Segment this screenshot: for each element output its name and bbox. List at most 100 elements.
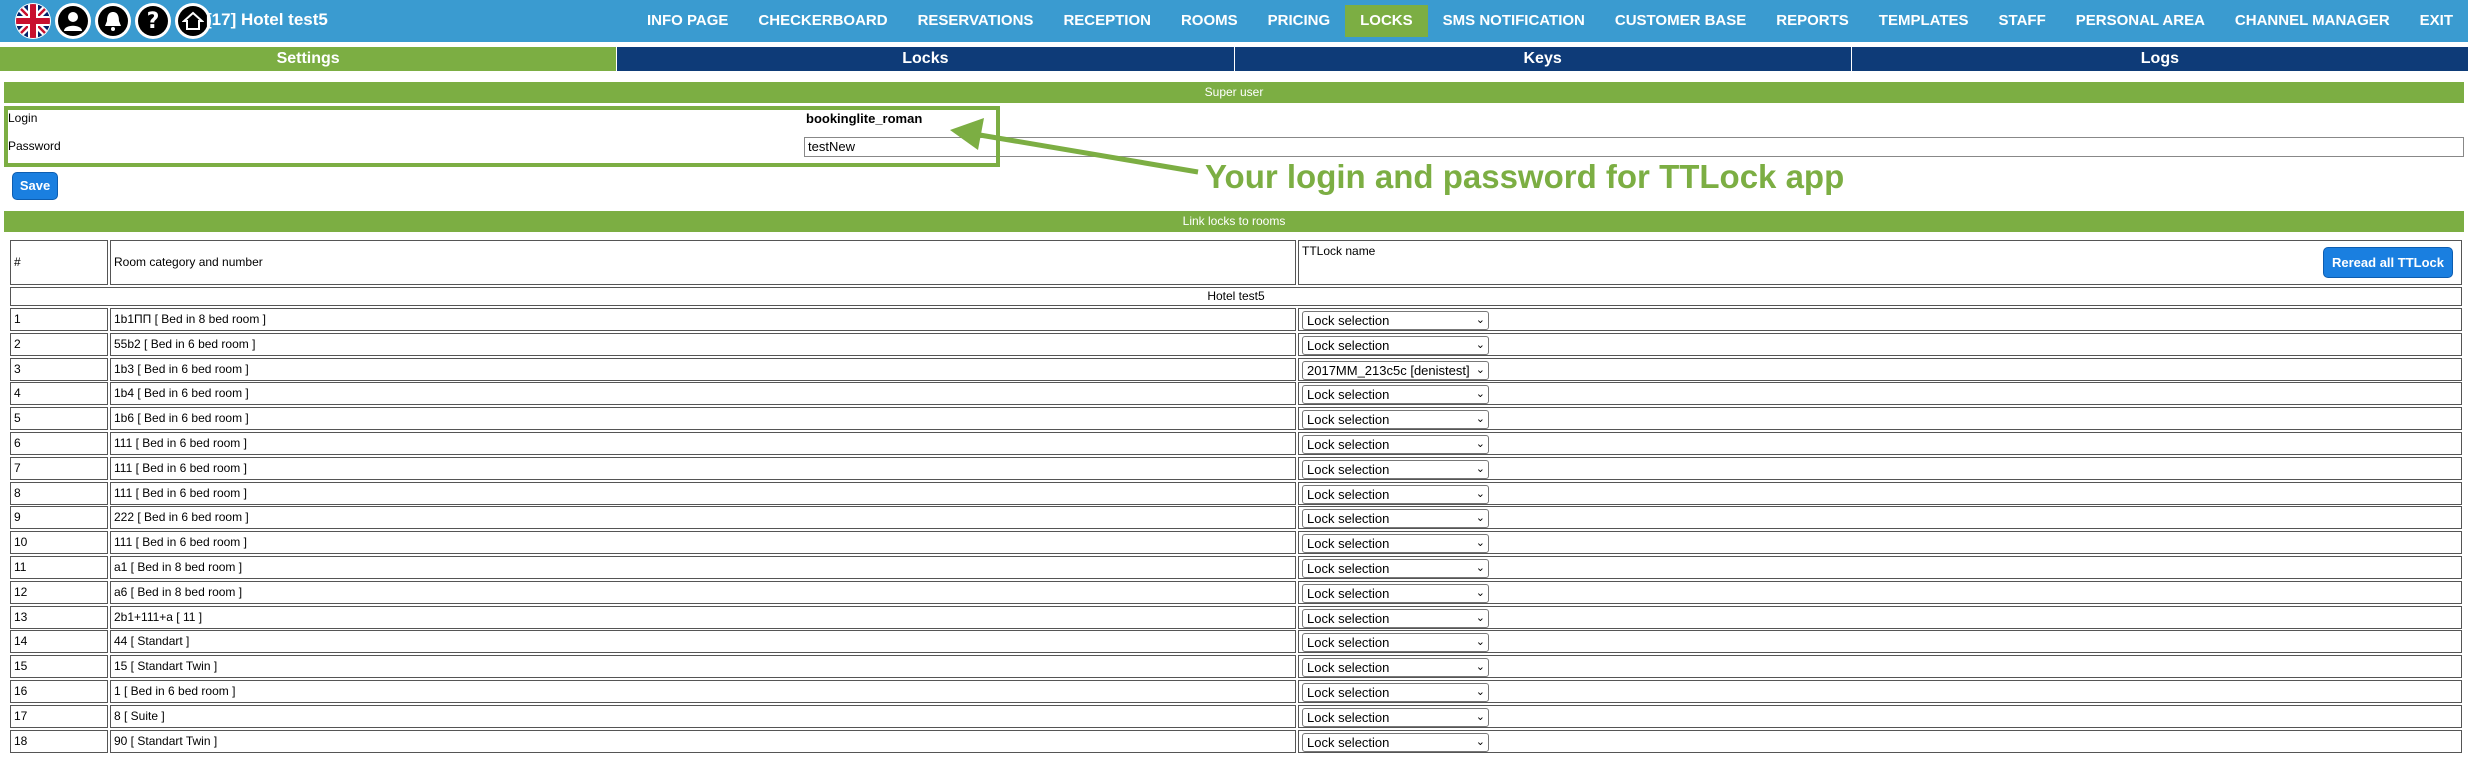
lock-select-value: Lock selection bbox=[1307, 313, 1390, 328]
chevron-down-icon: ⌄ bbox=[1475, 438, 1485, 450]
table-row: 11 a1 [ Bed in 8 bed room ] Lock selection… bbox=[10, 556, 2462, 579]
lock-cell: Lock selection ⌄ bbox=[1298, 456, 2462, 480]
chevron-down-icon: ⌄ bbox=[1475, 487, 1485, 500]
lock-select-dropdown[interactable]: Lock selection ⌄ bbox=[1302, 435, 1489, 454]
section-tabs: Settings Locks Keys Logs bbox=[0, 47, 2468, 71]
table-row: 18 90 [ Standart Twin ] Lock selection ⌄ bbox=[10, 729, 2462, 753]
lock-select-dropdown[interactable]: Lock selection ⌄ bbox=[1302, 534, 1489, 554]
flag-uk-icon[interactable] bbox=[15, 3, 51, 39]
menu-item-reservations[interactable]: RESERVATIONS bbox=[903, 5, 1049, 37]
lock-select-dropdown[interactable]: Lock selection ⌄ bbox=[1302, 707, 1489, 727]
lock-select-dropdown[interactable]: 2017MM_213c5c [denistest] ⌄ bbox=[1302, 360, 1489, 380]
room-name: 1b6 [ Bed in 6 bed room ] bbox=[110, 407, 1296, 431]
lock-cell: Lock selection ⌄ bbox=[1298, 580, 2462, 604]
chevron-down-icon: ⌄ bbox=[1475, 314, 1485, 326]
table-row: 17 8 [ Suite ] Lock selection ⌄ bbox=[10, 704, 2462, 728]
menu-item-sms-notification[interactable]: SMS NOTIFICATION bbox=[1428, 5, 1600, 37]
lock-select-dropdown[interactable]: Lock selection ⌄ bbox=[1302, 335, 1489, 355]
room-name: a1 [ Bed in 8 bed room ] bbox=[110, 556, 1296, 579]
row-number: 10 bbox=[10, 531, 108, 555]
lock-cell: Lock selection ⌄ bbox=[1298, 481, 2462, 505]
lock-select-dropdown[interactable]: Lock selection ⌄ bbox=[1302, 559, 1489, 578]
room-name: 44 [ Standart ] bbox=[110, 630, 1296, 654]
lock-select-dropdown[interactable]: Lock selection ⌄ bbox=[1302, 459, 1489, 479]
room-name: 1b3 [ Bed in 6 bed room ] bbox=[110, 357, 1296, 381]
lock-select-dropdown[interactable]: Lock selection ⌄ bbox=[1302, 484, 1489, 504]
menu-item-rooms[interactable]: ROOMS bbox=[1166, 5, 1253, 37]
lock-cell: Lock selection ⌄ bbox=[1298, 407, 2462, 431]
user-icon[interactable] bbox=[55, 3, 91, 39]
room-name: 1b4 [ Bed in 6 bed room ] bbox=[110, 382, 1296, 406]
tab-keys[interactable]: Keys bbox=[1233, 47, 1851, 71]
menu-item-personal-area[interactable]: PERSONAL AREA bbox=[2061, 5, 2220, 37]
lock-select-dropdown[interactable]: Lock selection ⌄ bbox=[1302, 509, 1489, 529]
hotel-group-row: Hotel test5 bbox=[10, 287, 2462, 306]
lock-select-value: Lock selection bbox=[1307, 660, 1390, 676]
room-name: 15 [ Standart Twin ] bbox=[110, 655, 1296, 679]
lock-cell: Lock selection ⌄ bbox=[1298, 655, 2462, 679]
lock-cell: Lock selection ⌄ bbox=[1298, 506, 2462, 530]
row-number: 2 bbox=[10, 332, 108, 356]
save-button[interactable]: Save bbox=[12, 172, 58, 200]
highlight-box bbox=[4, 106, 1000, 167]
lock-select-dropdown[interactable]: Lock selection ⌄ bbox=[1302, 385, 1489, 405]
bell-icon[interactable] bbox=[95, 3, 131, 39]
lock-select-dropdown[interactable]: Lock selection ⌄ bbox=[1302, 608, 1489, 628]
menu-item-pricing[interactable]: PRICING bbox=[1253, 5, 1346, 37]
lock-select-value: Lock selection bbox=[1307, 709, 1390, 725]
menu-item-reception[interactable]: RECEPTION bbox=[1048, 5, 1166, 37]
lock-select-dropdown[interactable]: Lock selection ⌄ bbox=[1302, 583, 1489, 603]
lock-select-value: Lock selection bbox=[1307, 610, 1390, 626]
menu-item-locks[interactable]: LOCKS bbox=[1345, 5, 1428, 37]
room-name: 222 [ Bed in 6 bed room ] bbox=[110, 506, 1296, 530]
chevron-down-icon: ⌄ bbox=[1475, 686, 1485, 698]
table-row: 6 111 [ Bed in 6 bed room ] Lock selection… bbox=[10, 432, 2462, 455]
menu-item-info-page[interactable]: INFO PAGE bbox=[632, 5, 743, 37]
lock-cell: 2017MM_213c5c [denistest] ⌄ bbox=[1298, 357, 2462, 381]
tab-locks[interactable]: Locks bbox=[616, 47, 1234, 71]
room-name: a6 [ Bed in 8 bed room ] bbox=[110, 580, 1296, 604]
lock-select-dropdown[interactable]: Lock selection ⌄ bbox=[1302, 658, 1489, 678]
lock-cell: Lock selection ⌄ bbox=[1298, 382, 2462, 406]
lock-select-dropdown[interactable]: Lock selection ⌄ bbox=[1302, 410, 1489, 430]
lock-select-dropdown[interactable]: Lock selection ⌄ bbox=[1302, 683, 1489, 702]
menu-item-customer-base[interactable]: CUSTOMER BASE bbox=[1600, 5, 1761, 37]
row-number: 13 bbox=[10, 605, 108, 629]
lock-select-dropdown[interactable]: Lock selection ⌄ bbox=[1302, 311, 1489, 330]
col-number-header: # bbox=[10, 240, 108, 285]
menu-item-reports[interactable]: REPORTS bbox=[1761, 5, 1864, 37]
lock-select-value: Lock selection bbox=[1307, 412, 1390, 428]
room-name: 111 [ Bed in 6 bed room ] bbox=[110, 432, 1296, 455]
lock-select-dropdown[interactable]: Lock selection ⌄ bbox=[1302, 732, 1489, 752]
table-row: 5 1b6 [ Bed in 6 bed room ] Lock selection… bbox=[10, 407, 2462, 431]
menu-item-exit[interactable]: EXIT bbox=[2405, 5, 2468, 37]
lock-select-value: Lock selection bbox=[1307, 511, 1390, 527]
help-icon[interactable]: ? bbox=[135, 3, 171, 39]
top-icons: ? bbox=[15, 3, 211, 39]
menu-item-checkerboard[interactable]: CHECKERBOARD bbox=[743, 5, 902, 37]
lock-select-dropdown[interactable]: Lock selection ⌄ bbox=[1302, 633, 1489, 653]
table-row: 7 111 [ Bed in 6 bed room ] Lock selection… bbox=[10, 456, 2462, 480]
password-input[interactable]: testNew bbox=[804, 137, 2464, 157]
menu-item-staff[interactable]: STAFF bbox=[1984, 5, 2061, 37]
chevron-down-icon: ⌄ bbox=[1475, 363, 1485, 376]
chevron-down-icon: ⌄ bbox=[1475, 562, 1485, 574]
tab-settings[interactable]: Settings bbox=[0, 47, 617, 71]
chevron-down-icon: ⌄ bbox=[1475, 611, 1485, 624]
col-ttlock-label: TTLock name bbox=[1302, 244, 1376, 258]
lock-select-value: Lock selection bbox=[1307, 437, 1390, 452]
row-number: 4 bbox=[10, 382, 108, 406]
chevron-down-icon: ⌄ bbox=[1475, 636, 1485, 649]
room-name: 1 [ Bed in 6 bed room ] bbox=[110, 680, 1296, 703]
chevron-down-icon: ⌄ bbox=[1475, 661, 1485, 674]
menu-item-templates[interactable]: TEMPLATES bbox=[1864, 5, 1984, 37]
reread-all-ttlock-button[interactable]: Reread all TTLock bbox=[2323, 247, 2453, 278]
chevron-down-icon: ⌄ bbox=[1475, 735, 1485, 748]
table-row: 16 1 [ Bed in 6 bed room ] Lock selection ⌄ bbox=[10, 680, 2462, 703]
lock-cell: Lock selection ⌄ bbox=[1298, 531, 2462, 555]
tab-logs[interactable]: Logs bbox=[1850, 47, 2468, 71]
menu-item-channel-manager[interactable]: CHANNEL MANAGER bbox=[2220, 5, 2405, 37]
room-name: 1b1ПП [ Bed in 8 bed room ] bbox=[110, 308, 1296, 331]
table-row: 13 2b1+111+a [ 11 ] Lock selection ⌄ bbox=[10, 605, 2462, 629]
row-number: 6 bbox=[10, 432, 108, 455]
